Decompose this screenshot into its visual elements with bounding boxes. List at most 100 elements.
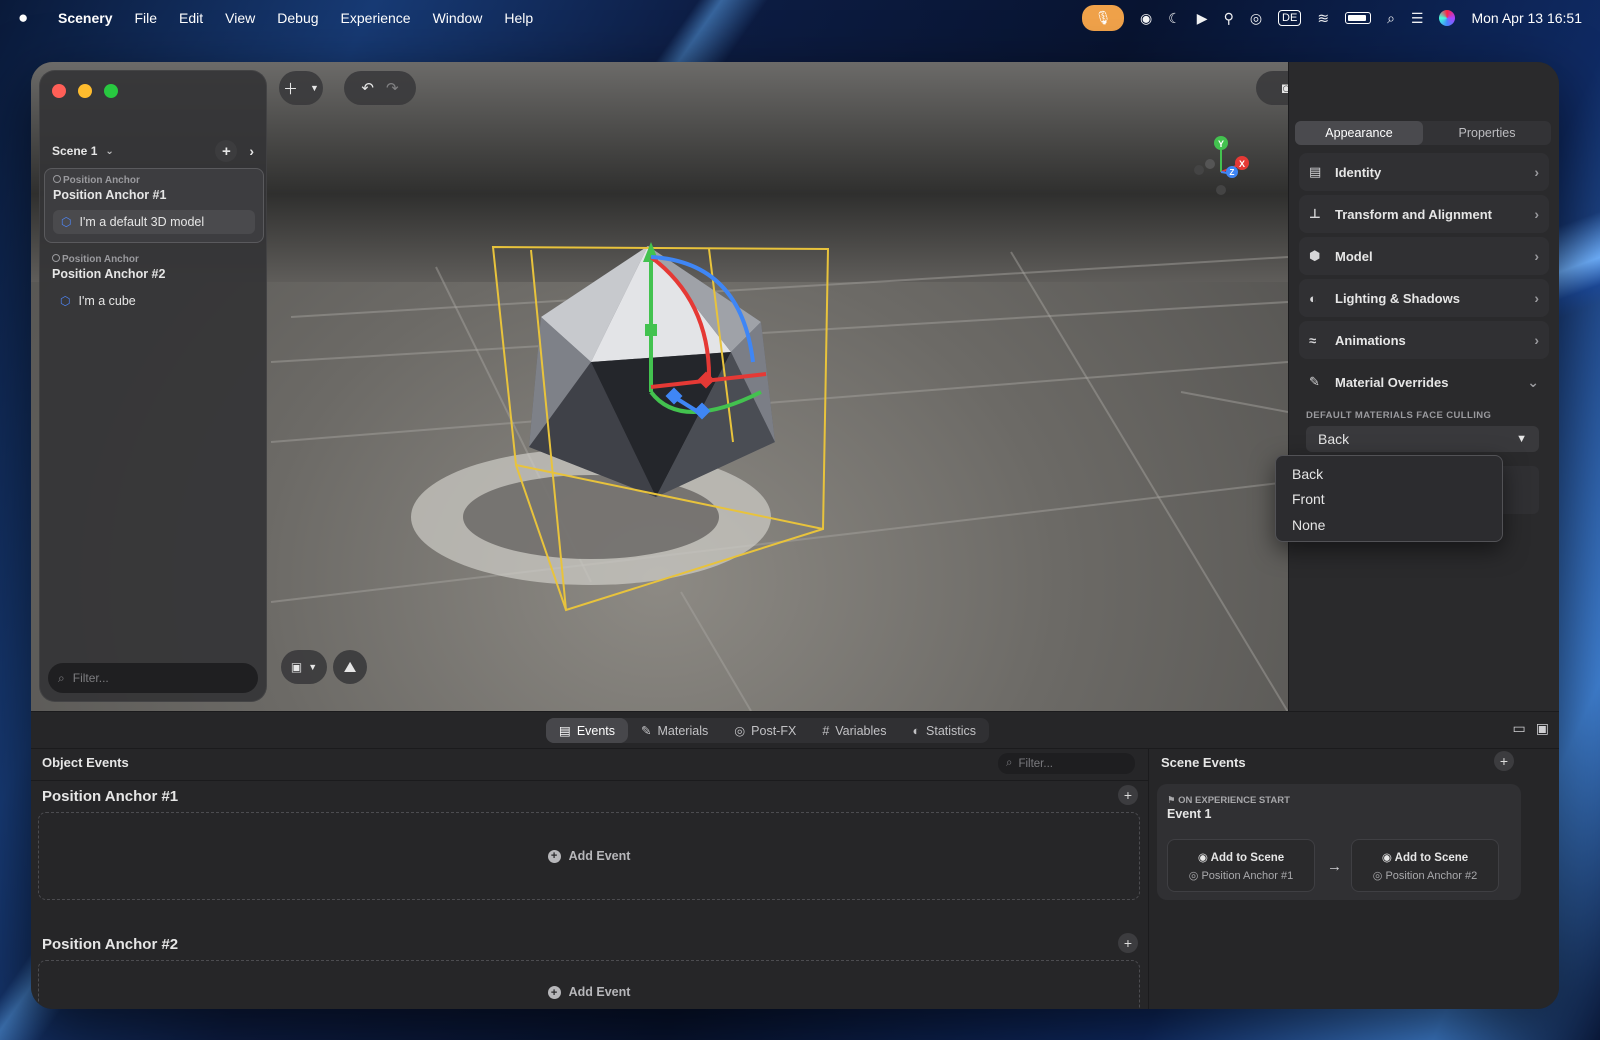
bottom-panel: ▤ Events ✎ Materials ◎ Post-FX # Variables ◐…	[31, 711, 1559, 1009]
add-object-button[interactable]: ＋ ▼	[279, 71, 323, 105]
play-circle-icon[interactable]: ▶	[1197, 10, 1208, 27]
tab-properties[interactable]: Properties	[1423, 121, 1551, 145]
animation-icon: ≈	[1309, 332, 1317, 348]
chevron-right-icon[interactable]: ›	[249, 143, 254, 159]
section-material-overrides[interactable]: ✎ Material Overrides ⌄	[1299, 363, 1549, 401]
cube-list-item[interactable]: ⬡ I'm a cube	[52, 289, 256, 313]
chevron-right-icon: ›	[1534, 332, 1539, 348]
anchor-type-text: Position Anchor	[62, 254, 139, 265]
plus-icon: ＋	[283, 80, 299, 98]
tab-materials[interactable]: ✎ Materials	[628, 718, 721, 743]
axis-y-label: Y	[1218, 139, 1224, 149]
airdrop-icon[interactable]: ⚲	[1224, 10, 1234, 27]
add-anchor-event-button[interactable]: +	[1118, 785, 1138, 805]
minimize-window-button[interactable]	[78, 84, 92, 98]
tab-variables[interactable]: # Variables	[809, 718, 899, 743]
menu-bar: ● Scenery File Edit View Debug Experienc…	[0, 0, 1600, 36]
add-event-dropzone[interactable]: + Add Event	[38, 812, 1140, 900]
apple-menu-icon[interactable]: ●	[18, 8, 38, 28]
menu-edit[interactable]: Edit	[179, 10, 203, 26]
menu-file[interactable]: File	[134, 10, 157, 26]
face-culling-select[interactable]: Back ▼	[1306, 426, 1539, 452]
tab-label: Statistics	[926, 723, 977, 738]
divider	[31, 780, 1148, 781]
brush-icon: ✎	[641, 724, 652, 738]
capture-tools-group: ◙ ⬡ ⟳	[1256, 71, 1288, 105]
moon-icon[interactable]: ☾	[1168, 10, 1181, 27]
add-event-dropzone[interactable]: + Add Event	[38, 960, 1140, 1009]
cube-icon: ⬢	[1309, 248, 1321, 263]
tab-appearance[interactable]: Appearance	[1295, 121, 1423, 145]
fingerprint-icon[interactable]: ◉	[1140, 10, 1152, 27]
action-title: ◉ Add to Scene	[1352, 850, 1498, 864]
menu-clock[interactable]: Mon Apr 13 16:51	[1471, 10, 1582, 26]
tab-post-fx[interactable]: ◎ Post-FX	[721, 718, 809, 743]
scene-event-card[interactable]: ⚑ ON EXPERIENCE START Event 1 ◉ Add to S…	[1157, 784, 1521, 900]
siri-icon[interactable]	[1439, 10, 1456, 26]
chevron-right-icon: ›	[1534, 164, 1539, 180]
close-window-button[interactable]	[52, 84, 66, 98]
anchor-type-text: Position Anchor	[63, 175, 140, 186]
events-filter-input[interactable]: ⌕ Filter...	[998, 753, 1135, 774]
battery-icon[interactable]	[1345, 12, 1372, 24]
microphone-icon[interactable]: 🎙	[1082, 5, 1124, 31]
wifi-icon[interactable]: ≋	[1317, 10, 1329, 27]
model-list-item[interactable]: ⬡ I'm a default 3D model	[53, 210, 255, 234]
search-icon: ⌕	[58, 670, 65, 685]
chevron-down-icon: ⌄	[1527, 373, 1539, 390]
anchor-icon	[53, 175, 61, 183]
effects-icon: ◎	[734, 724, 746, 738]
zoom-window-button[interactable]	[104, 84, 118, 98]
dropdown-option-none[interactable]: None	[1276, 512, 1502, 538]
event-name: Event 1	[1167, 807, 1212, 821]
input-source-badge[interactable]: DE	[1278, 10, 1302, 26]
menu-debug[interactable]: Debug	[277, 10, 318, 26]
camera-mode-button[interactable]: ▣ ▼	[281, 650, 327, 684]
dropdown-option-back[interactable]: Back	[1276, 461, 1502, 487]
pip-toggle-icon[interactable]: ▣	[1536, 720, 1549, 737]
brush-icon: ✎	[1309, 374, 1320, 389]
section-transform[interactable]: ⊥ Transform and Alignment ›	[1299, 195, 1549, 233]
tab-statistics[interactable]: ◐ Statistics	[899, 718, 989, 743]
event-action-card[interactable]: ◉ Add to Scene ◎ Position Anchor #1	[1167, 839, 1315, 892]
screen-record-icon[interactable]: ◎	[1250, 10, 1262, 27]
scene-selector[interactable]: Scene 1 ⌄ + ›	[52, 140, 254, 162]
menu-window[interactable]: Window	[433, 10, 483, 26]
search-icon[interactable]: ⌕	[1387, 10, 1395, 27]
add-scene-event-button[interactable]: +	[1494, 751, 1514, 771]
bottom-panel-toggle-icon[interactable]: ▭	[1513, 720, 1526, 737]
menu-help[interactable]: Help	[504, 10, 533, 26]
chevron-down-icon: ▼	[308, 662, 318, 672]
events-icon: ▤	[559, 724, 571, 738]
dropdown-option-front[interactable]: Front	[1276, 487, 1502, 513]
add-anchor-button[interactable]: +	[215, 140, 238, 162]
anchor-name: Position Anchor #1	[53, 188, 167, 202]
section-model[interactable]: ⬢ Model ›	[1299, 237, 1549, 275]
section-animations[interactable]: ≈ Animations ›	[1299, 321, 1549, 359]
add-event-label: Add Event	[568, 849, 631, 863]
tab-events[interactable]: ▤ Events	[546, 718, 629, 743]
environment-button[interactable]: ⛰	[333, 650, 367, 684]
sidebar-filter-input[interactable]: ⌕ Filter...	[48, 663, 258, 693]
eye-icon: ◉	[1381, 852, 1392, 864]
section-identity[interactable]: ▤ Identity ›	[1299, 153, 1549, 191]
scene-title: Scene 1	[52, 144, 98, 158]
anchor-group-1[interactable]: Position Anchor Position Anchor #1 ⬡ I'm…	[44, 168, 264, 243]
add-anchor-event-button[interactable]: +	[1118, 933, 1138, 953]
orientation-gizmo[interactable]: Y X Z	[1194, 136, 1249, 195]
floor-shadow	[463, 475, 719, 559]
chevron-right-icon: ›	[1534, 290, 1539, 306]
scene-viewport[interactable]: Y X Z ＋▼ ↶↷ ◙ ⬡ ⟳ ▷▼ ⚙ ▥ ▣▼	[31, 62, 1288, 711]
app-menu[interactable]: Scenery	[58, 10, 112, 26]
menu-view[interactable]: View	[225, 10, 255, 26]
undo-icon[interactable]: ↶	[361, 79, 374, 97]
control-center-icon[interactable]: ☰	[1411, 10, 1424, 27]
event-action-card[interactable]: ◉ Add to Scene ◎ Position Anchor #2	[1351, 839, 1499, 892]
axis-z-label: Z	[1230, 168, 1235, 177]
redo-icon[interactable]: ↷	[386, 79, 399, 97]
anchor-group-2[interactable]: Position Anchor Position Anchor #2 ⬡ I'm…	[44, 248, 264, 321]
scene-events-title: Scene Events	[1161, 755, 1246, 770]
menu-experience[interactable]: Experience	[341, 10, 411, 26]
section-lighting[interactable]: ◐ Lighting & Shadows ›	[1299, 279, 1549, 317]
anchor-type-label: Position Anchor	[53, 175, 255, 186]
